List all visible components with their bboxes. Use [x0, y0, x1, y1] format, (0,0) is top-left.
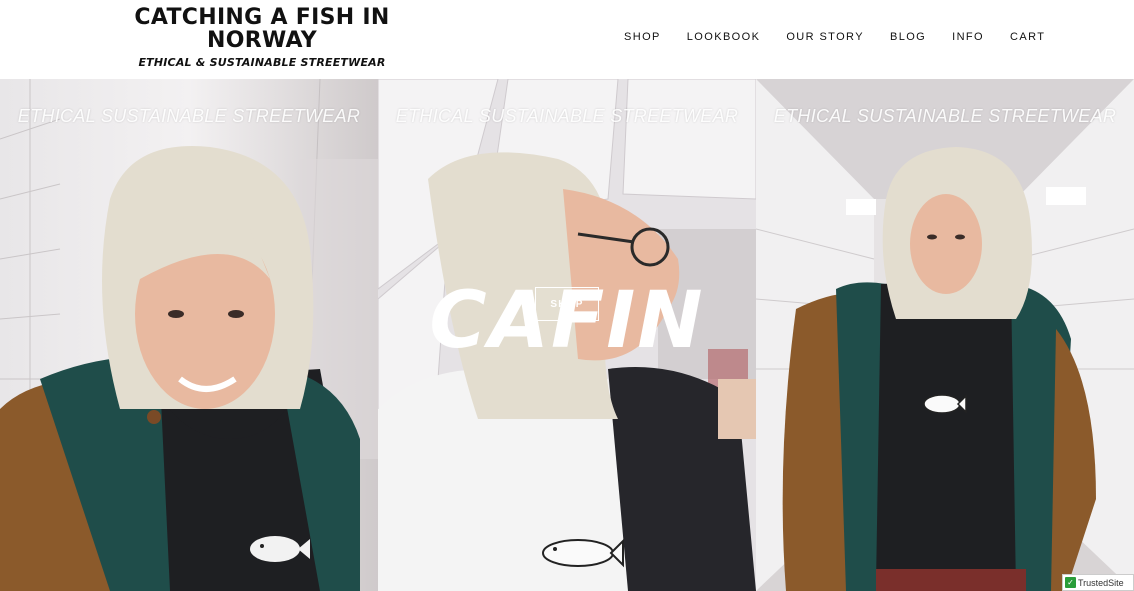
panel-caption-left: ETHICAL SUSTAINABLE STREETWEAR: [17, 106, 361, 126]
hero-panel-left[interactable]: ETHICAL SUSTAINABLE STREETWEAR: [0, 79, 378, 591]
nav-blog[interactable]: BLOG: [890, 31, 926, 43]
hero-banner: ETHICAL SUSTAINABLE STREETWEAR ETHICAL S…: [0, 79, 1134, 591]
panel-caption-right: ETHICAL SUSTAINABLE STREETWEAR: [773, 106, 1117, 126]
logo-tagline: ETHICAL & SUSTAINABLE STREETWEAR: [138, 56, 386, 69]
photo-model-standing: [756, 79, 1134, 591]
site-header: CATCHING A FISH IN NORWAY ETHICAL & SUST…: [0, 0, 1134, 79]
trusted-site-badge[interactable]: ✓ TrustedSite: [1062, 574, 1134, 591]
panel-caption-center: ETHICAL SUSTAINABLE STREETWEAR: [395, 106, 739, 126]
logo[interactable]: CATCHING A FISH IN NORWAY ETHICAL & SUST…: [118, 6, 406, 69]
hero-panel-right[interactable]: ETHICAL SUSTAINABLE STREETWEAR: [756, 79, 1134, 591]
nav-our-story[interactable]: OUR STORY: [786, 31, 864, 43]
main-nav: SHOP LOOKBOOK OUR STORY BLOG INFO CART: [624, 31, 1071, 43]
logo-line-2[interactable]: NORWAY: [118, 29, 406, 52]
trusted-site-label: TrustedSite: [1078, 577, 1124, 588]
checkmark-icon: ✓: [1065, 577, 1076, 588]
logo-line-1[interactable]: CATCHING A FISH IN: [118, 6, 406, 29]
nav-lookbook[interactable]: LOOKBOOK: [687, 31, 761, 43]
photo-model-smiling: [0, 79, 378, 591]
nav-info[interactable]: INFO: [952, 31, 984, 43]
nav-cart[interactable]: CART: [1010, 31, 1045, 43]
hero-shop-button[interactable]: SHOP: [535, 287, 599, 321]
nav-shop[interactable]: SHOP: [624, 31, 661, 43]
